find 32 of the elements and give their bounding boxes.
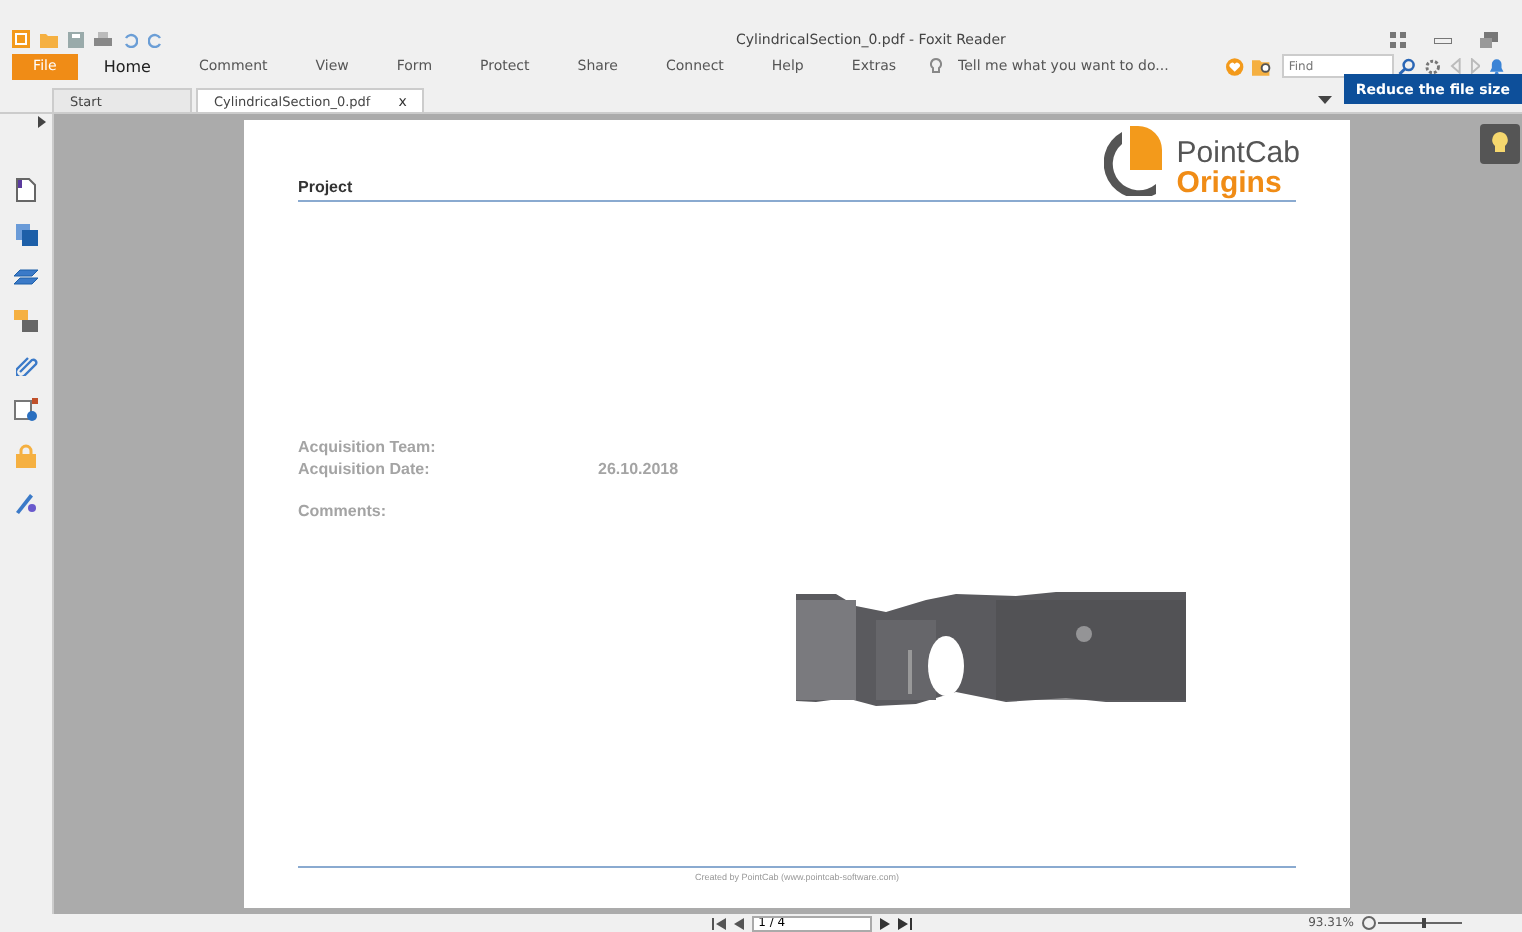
dropdown-icon[interactable] bbox=[1317, 96, 1332, 104]
first-page-icon[interactable] bbox=[712, 917, 727, 929]
grid-icon[interactable] bbox=[1390, 32, 1406, 48]
settings-icon[interactable] bbox=[1424, 57, 1442, 75]
next-page-icon[interactable] bbox=[880, 917, 891, 929]
restore-icon[interactable] bbox=[1480, 32, 1498, 48]
page-heading: Project bbox=[298, 178, 353, 196]
logo-subtitle: Origins bbox=[1176, 168, 1284, 198]
minimize-icon[interactable] bbox=[1434, 37, 1452, 43]
last-page-icon[interactable] bbox=[898, 917, 913, 929]
print-icon[interactable] bbox=[94, 31, 112, 47]
previous-page-icon[interactable] bbox=[734, 917, 745, 929]
bell-icon[interactable] bbox=[1488, 57, 1506, 75]
lightbulb-icon[interactable] bbox=[1480, 124, 1520, 164]
page-icon[interactable] bbox=[16, 178, 36, 202]
search-icon[interactable] bbox=[1398, 57, 1417, 75]
ribbon-tab[interactable]: Home bbox=[77, 57, 173, 75]
layers-icon[interactable] bbox=[14, 268, 38, 288]
field-value: 26.10.2018 bbox=[598, 460, 679, 478]
pen-icon[interactable] bbox=[15, 490, 37, 514]
field-label: Acquisition Team: bbox=[298, 438, 438, 456]
field-label: Comments: bbox=[298, 502, 389, 520]
certificate-icon[interactable] bbox=[14, 398, 38, 422]
zoom-slider-icon[interactable] bbox=[1362, 916, 1462, 930]
field-label: Acquisition Date: bbox=[298, 460, 432, 478]
pages-icon[interactable] bbox=[15, 224, 37, 246]
paperclip-icon[interactable] bbox=[15, 354, 37, 376]
folder-search-icon[interactable] bbox=[1251, 57, 1273, 75]
expand-arrow-icon[interactable] bbox=[38, 116, 46, 128]
lightbulb-icon bbox=[930, 57, 943, 75]
logo-name: PointCab bbox=[1176, 138, 1300, 168]
comments-icon[interactable] bbox=[14, 310, 38, 332]
